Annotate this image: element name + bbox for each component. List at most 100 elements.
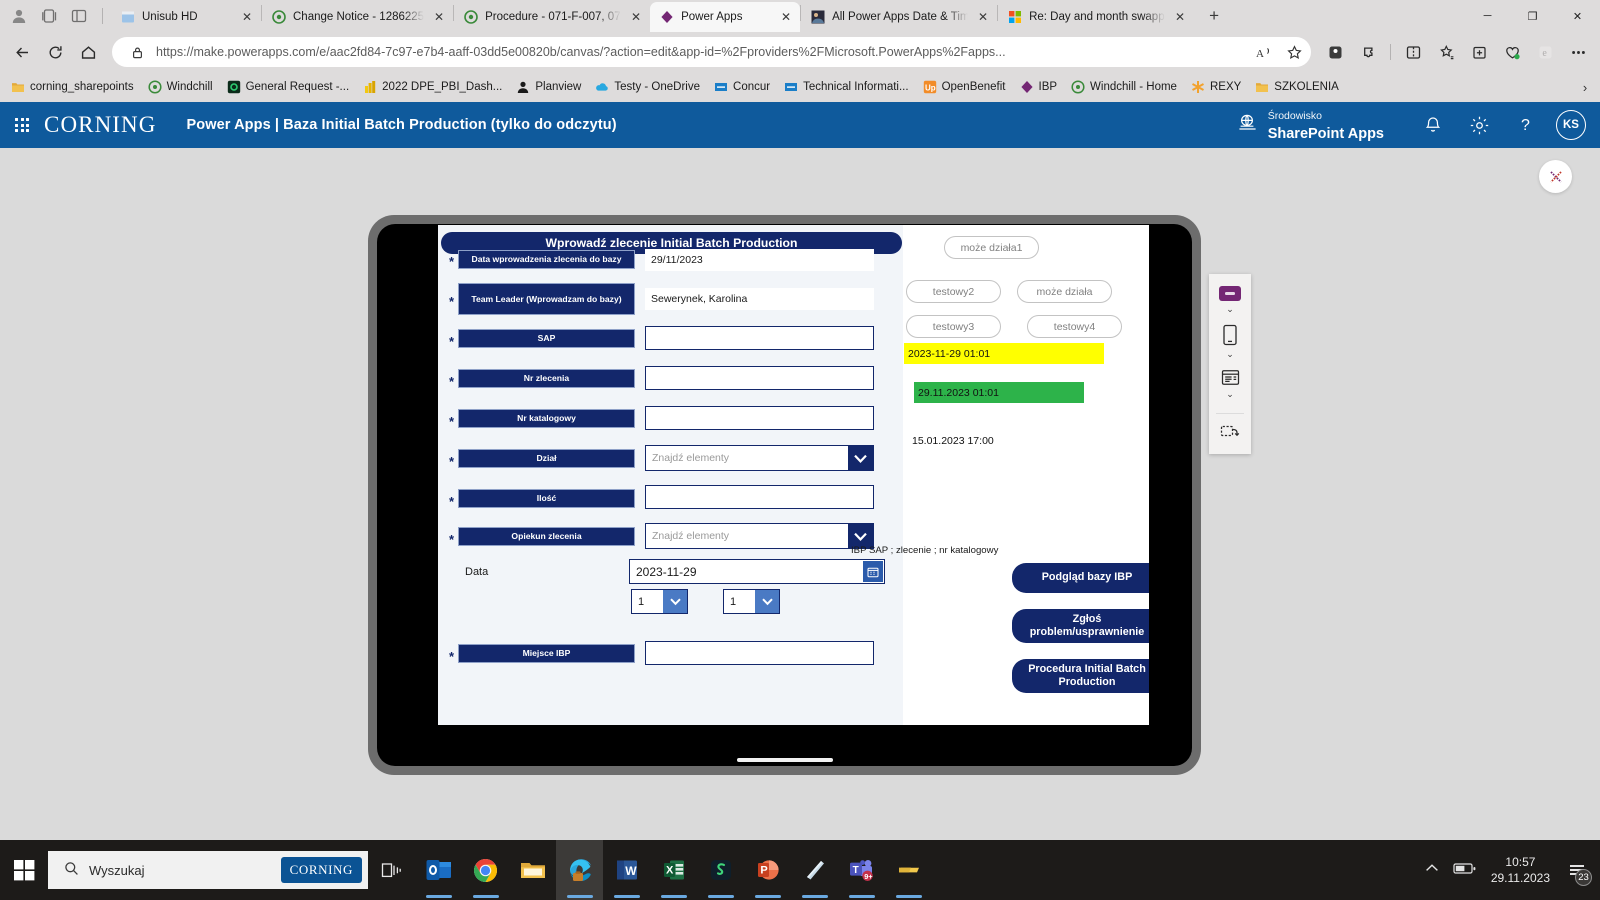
back-button[interactable] [7, 37, 37, 67]
tray-expand-icon[interactable] [1425, 863, 1439, 877]
pill-testowy2[interactable]: testowy2 [906, 280, 1001, 303]
tab-close-icon[interactable]: ✕ [778, 9, 794, 25]
bookmark-item[interactable]: Windchill - Home [1064, 77, 1184, 97]
bookmark-item[interactable]: Planview [509, 77, 588, 97]
bookmark-item[interactable]: Testy - OneDrive [588, 77, 707, 97]
onenote-icon[interactable] [791, 840, 838, 900]
home-button[interactable] [73, 37, 103, 67]
new-tab-button[interactable]: + [1200, 2, 1228, 30]
avatar[interactable]: KS [1556, 110, 1586, 140]
notifications-icon[interactable] [1410, 102, 1456, 148]
bookmark-item[interactable]: corning_sharepoints [4, 77, 141, 97]
button-zglos-problem[interactable]: Zgłoś problem/usprawnienie [1012, 609, 1149, 643]
field-input-nr-zlecenia[interactable] [645, 366, 874, 390]
task-view-icon[interactable] [368, 840, 415, 900]
bookmark-item[interactable]: REXY [1184, 77, 1248, 97]
hour-dropdown[interactable]: 1 [631, 589, 688, 614]
field-input-nr-katalogowy[interactable] [645, 406, 874, 430]
chevron-down-icon[interactable] [755, 590, 779, 613]
pill-testowy4[interactable]: testowy4 [1027, 315, 1122, 338]
bookmark-item[interactable]: SZKOLENIA [1248, 77, 1346, 97]
file-explorer-icon[interactable] [509, 840, 556, 900]
pill-moze-dziala1[interactable]: może działa1 [944, 236, 1039, 259]
bookmark-item[interactable]: 2022 DPE_PBI_Dash... [356, 77, 509, 97]
window-close-button[interactable]: ✕ [1555, 0, 1600, 32]
settings-more-icon[interactable] [1563, 37, 1593, 67]
bookmark-item[interactable]: Up OpenBenefit [916, 77, 1013, 97]
browser-tab[interactable]: Unisub HD ✕ [111, 2, 261, 32]
tab-close-icon[interactable]: ✕ [431, 9, 447, 25]
layout-icon[interactable] [1221, 369, 1240, 386]
bookmarks-overflow-icon[interactable]: › [1574, 80, 1596, 95]
browser-tab[interactable]: Change Notice - 1286225 ✕ [262, 2, 453, 32]
bookmark-item[interactable]: Concur [707, 77, 777, 97]
bookmark-item[interactable]: Windchill [141, 77, 220, 97]
date-picker-input[interactable]: 2023-11-29 [629, 559, 885, 584]
pill-moze-dziala[interactable]: może działa [1017, 280, 1112, 303]
chevron-down-icon[interactable] [663, 590, 687, 613]
tab-close-icon[interactable]: ✕ [628, 9, 644, 25]
search-corning-badge[interactable]: CORNING [280, 857, 362, 883]
chrome-icon[interactable] [462, 840, 509, 900]
powerpoint-icon[interactable]: P [744, 840, 791, 900]
notification-center-icon[interactable]: 23 [1564, 857, 1592, 886]
minute-dropdown[interactable]: 1 [723, 589, 780, 614]
start-button[interactable] [0, 840, 48, 900]
extensions-icon[interactable] [1353, 37, 1383, 67]
window-maximize-button[interactable]: ❐ [1510, 0, 1555, 32]
bookmark-item[interactable]: General Request -... [220, 77, 357, 97]
vertical-tabs-icon[interactable] [70, 7, 88, 25]
chevron-down-icon[interactable]: ⌄ [1226, 349, 1234, 360]
chevron-down-icon[interactable]: ⌄ [1226, 389, 1234, 400]
field-combobox-opiekun-zlecenia[interactable]: Znajdź elementy [645, 523, 874, 549]
bookmark-item[interactable]: Technical Informati... [777, 77, 915, 97]
browser-tab[interactable]: Re: Day and month swappe ✕ [998, 2, 1194, 32]
excel-icon[interactable]: X [650, 840, 697, 900]
browser-tab[interactable]: Procedure - 071-F-007, 071 ✕ [454, 2, 650, 32]
device-icon[interactable] [1222, 324, 1238, 346]
browser-tab-active[interactable]: Power Apps ✕ [650, 2, 801, 32]
taskbar-clock[interactable]: 10:57 29.11.2023 [1491, 854, 1550, 886]
field-combobox-dzial[interactable]: Znajdź elementy [645, 445, 874, 471]
extension-dark-icon[interactable] [1320, 37, 1350, 67]
window-minimize-button[interactable]: ─ [1465, 0, 1510, 32]
browser-essentials-icon[interactable] [1497, 37, 1527, 67]
address-bar[interactable]: https://make.powerapps.com/e/aac2fd84-7c… [112, 37, 1311, 67]
tab-close-icon[interactable]: ✕ [1172, 9, 1188, 25]
field-input-ilosc[interactable] [645, 485, 874, 509]
tab-close-icon[interactable]: ✕ [239, 9, 255, 25]
environment-picker[interactable]: Środowisko SharePoint Apps [1236, 106, 1384, 144]
calendar-icon[interactable] [863, 561, 883, 582]
read-aloud-icon[interactable]: A [1253, 41, 1275, 63]
search-input[interactable]: Wyszukaj CORNING [48, 851, 368, 889]
reload-button[interactable] [40, 37, 70, 67]
bookmark-item[interactable]: IBP [1013, 77, 1065, 97]
browser-tab[interactable]: All Power Apps Date & Tim ✕ [801, 2, 997, 32]
collections-icon[interactable] [40, 7, 58, 25]
split-screen-icon[interactable] [1398, 37, 1428, 67]
snagit-icon[interactable] [697, 840, 744, 900]
favorites-list-icon[interactable] [1431, 37, 1461, 67]
collections-add-icon[interactable] [1464, 37, 1494, 67]
chevron-down-icon[interactable] [848, 446, 873, 470]
battery-icon[interactable] [1453, 862, 1477, 878]
pill-testowy3[interactable]: testowy3 [906, 315, 1001, 338]
field-input-miejsce-ibp[interactable] [645, 641, 874, 665]
button-procedura-initial-batch-production[interactable]: Procedura Initial Batch Production [1012, 659, 1149, 693]
teams-icon[interactable]: T 9+ [838, 840, 885, 900]
tab-close-icon[interactable]: ✕ [975, 9, 991, 25]
button-podglad-bazy-ibp[interactable]: Podgląd bazy IBP [1012, 563, 1149, 593]
field-input-sap[interactable] [645, 326, 874, 350]
outlook-icon[interactable] [415, 840, 462, 900]
chevron-down-icon[interactable]: ⌄ [1226, 304, 1234, 315]
color-swatch-icon[interactable] [1219, 286, 1241, 301]
profile-icon[interactable] [10, 7, 28, 25]
word-icon[interactable]: W [603, 840, 650, 900]
media-icon[interactable] [1220, 422, 1240, 440]
edge-icon[interactable] [556, 840, 603, 900]
notepad-icon[interactable] [885, 840, 932, 900]
gear-icon[interactable] [1456, 102, 1502, 148]
favorite-star-icon[interactable] [1283, 41, 1305, 63]
close-preview-button[interactable] [1539, 160, 1572, 193]
help-icon[interactable]: ? [1502, 102, 1548, 148]
